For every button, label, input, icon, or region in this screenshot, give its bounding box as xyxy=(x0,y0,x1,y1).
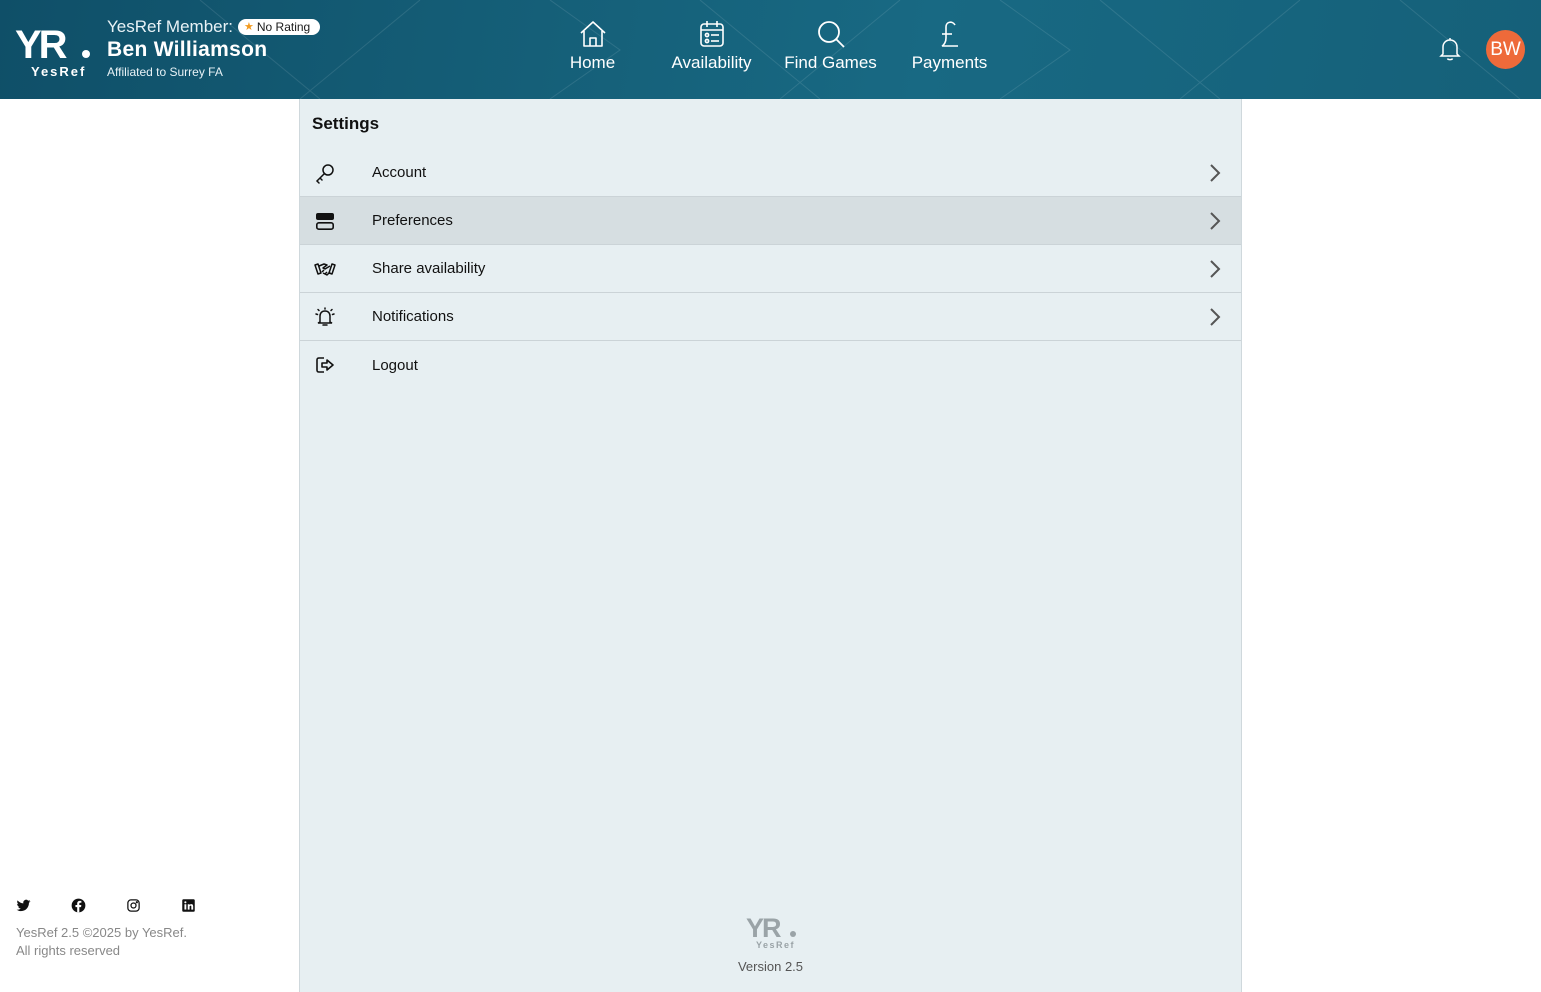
chevron-right-icon xyxy=(1210,308,1221,326)
svg-text:YesRef: YesRef xyxy=(31,64,86,79)
settings-item-label: Account xyxy=(372,164,427,181)
instagram-icon[interactable] xyxy=(126,898,141,913)
key-icon xyxy=(315,164,334,184)
nav-availability[interactable]: Availability xyxy=(652,18,771,73)
social-links xyxy=(16,898,236,913)
settings-item-label: Share availability xyxy=(372,260,486,277)
nav-home[interactable]: Home xyxy=(533,18,652,73)
user-name: Ben Williamson xyxy=(107,38,268,61)
member-label: YesRef Member: xyxy=(107,17,233,36)
settings-item-share-availability[interactable]: Share availability xyxy=(300,245,1241,293)
settings-item-logout[interactable]: Logout xyxy=(300,341,1241,389)
rights-line: All rights reserved xyxy=(16,943,121,958)
svg-text:YesRef: YesRef xyxy=(756,940,795,950)
top-navigation-bar: YR YesRef YesRef Member: ★ No Rating Ben… xyxy=(0,0,1541,99)
chevron-right-icon xyxy=(1210,260,1221,278)
yesref-logo[interactable]: YR YesRef xyxy=(14,20,94,80)
nav-find-games[interactable]: Find Games xyxy=(771,18,890,73)
copyright: YesRef 2.5 ©2025 by YesRef. All rights r… xyxy=(16,924,187,960)
svg-text:YR: YR xyxy=(746,913,781,943)
search-icon xyxy=(817,21,845,48)
settings-item-label: Preferences xyxy=(372,212,453,229)
rating-badge-text: No Rating xyxy=(256,20,311,34)
star-icon: ★ xyxy=(243,21,254,33)
copyright-line: YesRef 2.5 ©2025 by YesRef. xyxy=(16,925,187,940)
chevron-right-icon xyxy=(1210,212,1221,230)
logout-icon xyxy=(316,357,334,373)
facebook-icon[interactable] xyxy=(71,898,86,913)
settings-menu: Account Preferences Share availability N… xyxy=(300,149,1241,389)
toggle-icon xyxy=(315,213,334,231)
pound-icon xyxy=(941,21,958,47)
avatar[interactable]: BW xyxy=(1486,30,1525,69)
page-title: Settings xyxy=(312,114,380,133)
nav-payments[interactable]: Payments xyxy=(890,18,1009,73)
linkedin-icon[interactable] xyxy=(181,898,196,913)
twitter-icon[interactable] xyxy=(16,898,31,913)
settings-panel: Settings Account Preferences Share avail… xyxy=(299,99,1242,992)
svg-text:YR: YR xyxy=(15,23,68,67)
nav-availability-label: Availability xyxy=(671,53,752,72)
settings-item-preferences[interactable]: Preferences xyxy=(300,197,1241,245)
rating-badge: ★ No Rating xyxy=(237,19,321,35)
affiliation-text: Affiliated to Surrey FA xyxy=(107,65,223,79)
bell-icon[interactable] xyxy=(1437,36,1463,62)
settings-item-notifications[interactable]: Notifications xyxy=(300,293,1241,341)
nav-payments-label: Payments xyxy=(911,53,988,72)
nav-home-label: Home xyxy=(569,53,616,72)
member-info: YesRef Member: ★ No Rating Ben Williamso… xyxy=(107,17,321,79)
calendar-icon xyxy=(699,21,724,47)
settings-item-label: Logout xyxy=(372,356,418,374)
nav-find-games-label: Find Games xyxy=(784,53,877,72)
alarm-bell-icon xyxy=(315,307,335,326)
handshake-icon xyxy=(314,263,336,276)
version-text: Version 2.5 xyxy=(737,959,804,974)
settings-item-label: Notifications xyxy=(372,308,454,325)
yesref-footer-logo: YR YesRef xyxy=(746,913,796,950)
chevron-right-icon xyxy=(1210,164,1221,182)
settings-item-account[interactable]: Account xyxy=(300,149,1241,197)
home-icon xyxy=(579,21,606,47)
main-nav: Home Availability Find Games Payments xyxy=(533,18,1009,73)
